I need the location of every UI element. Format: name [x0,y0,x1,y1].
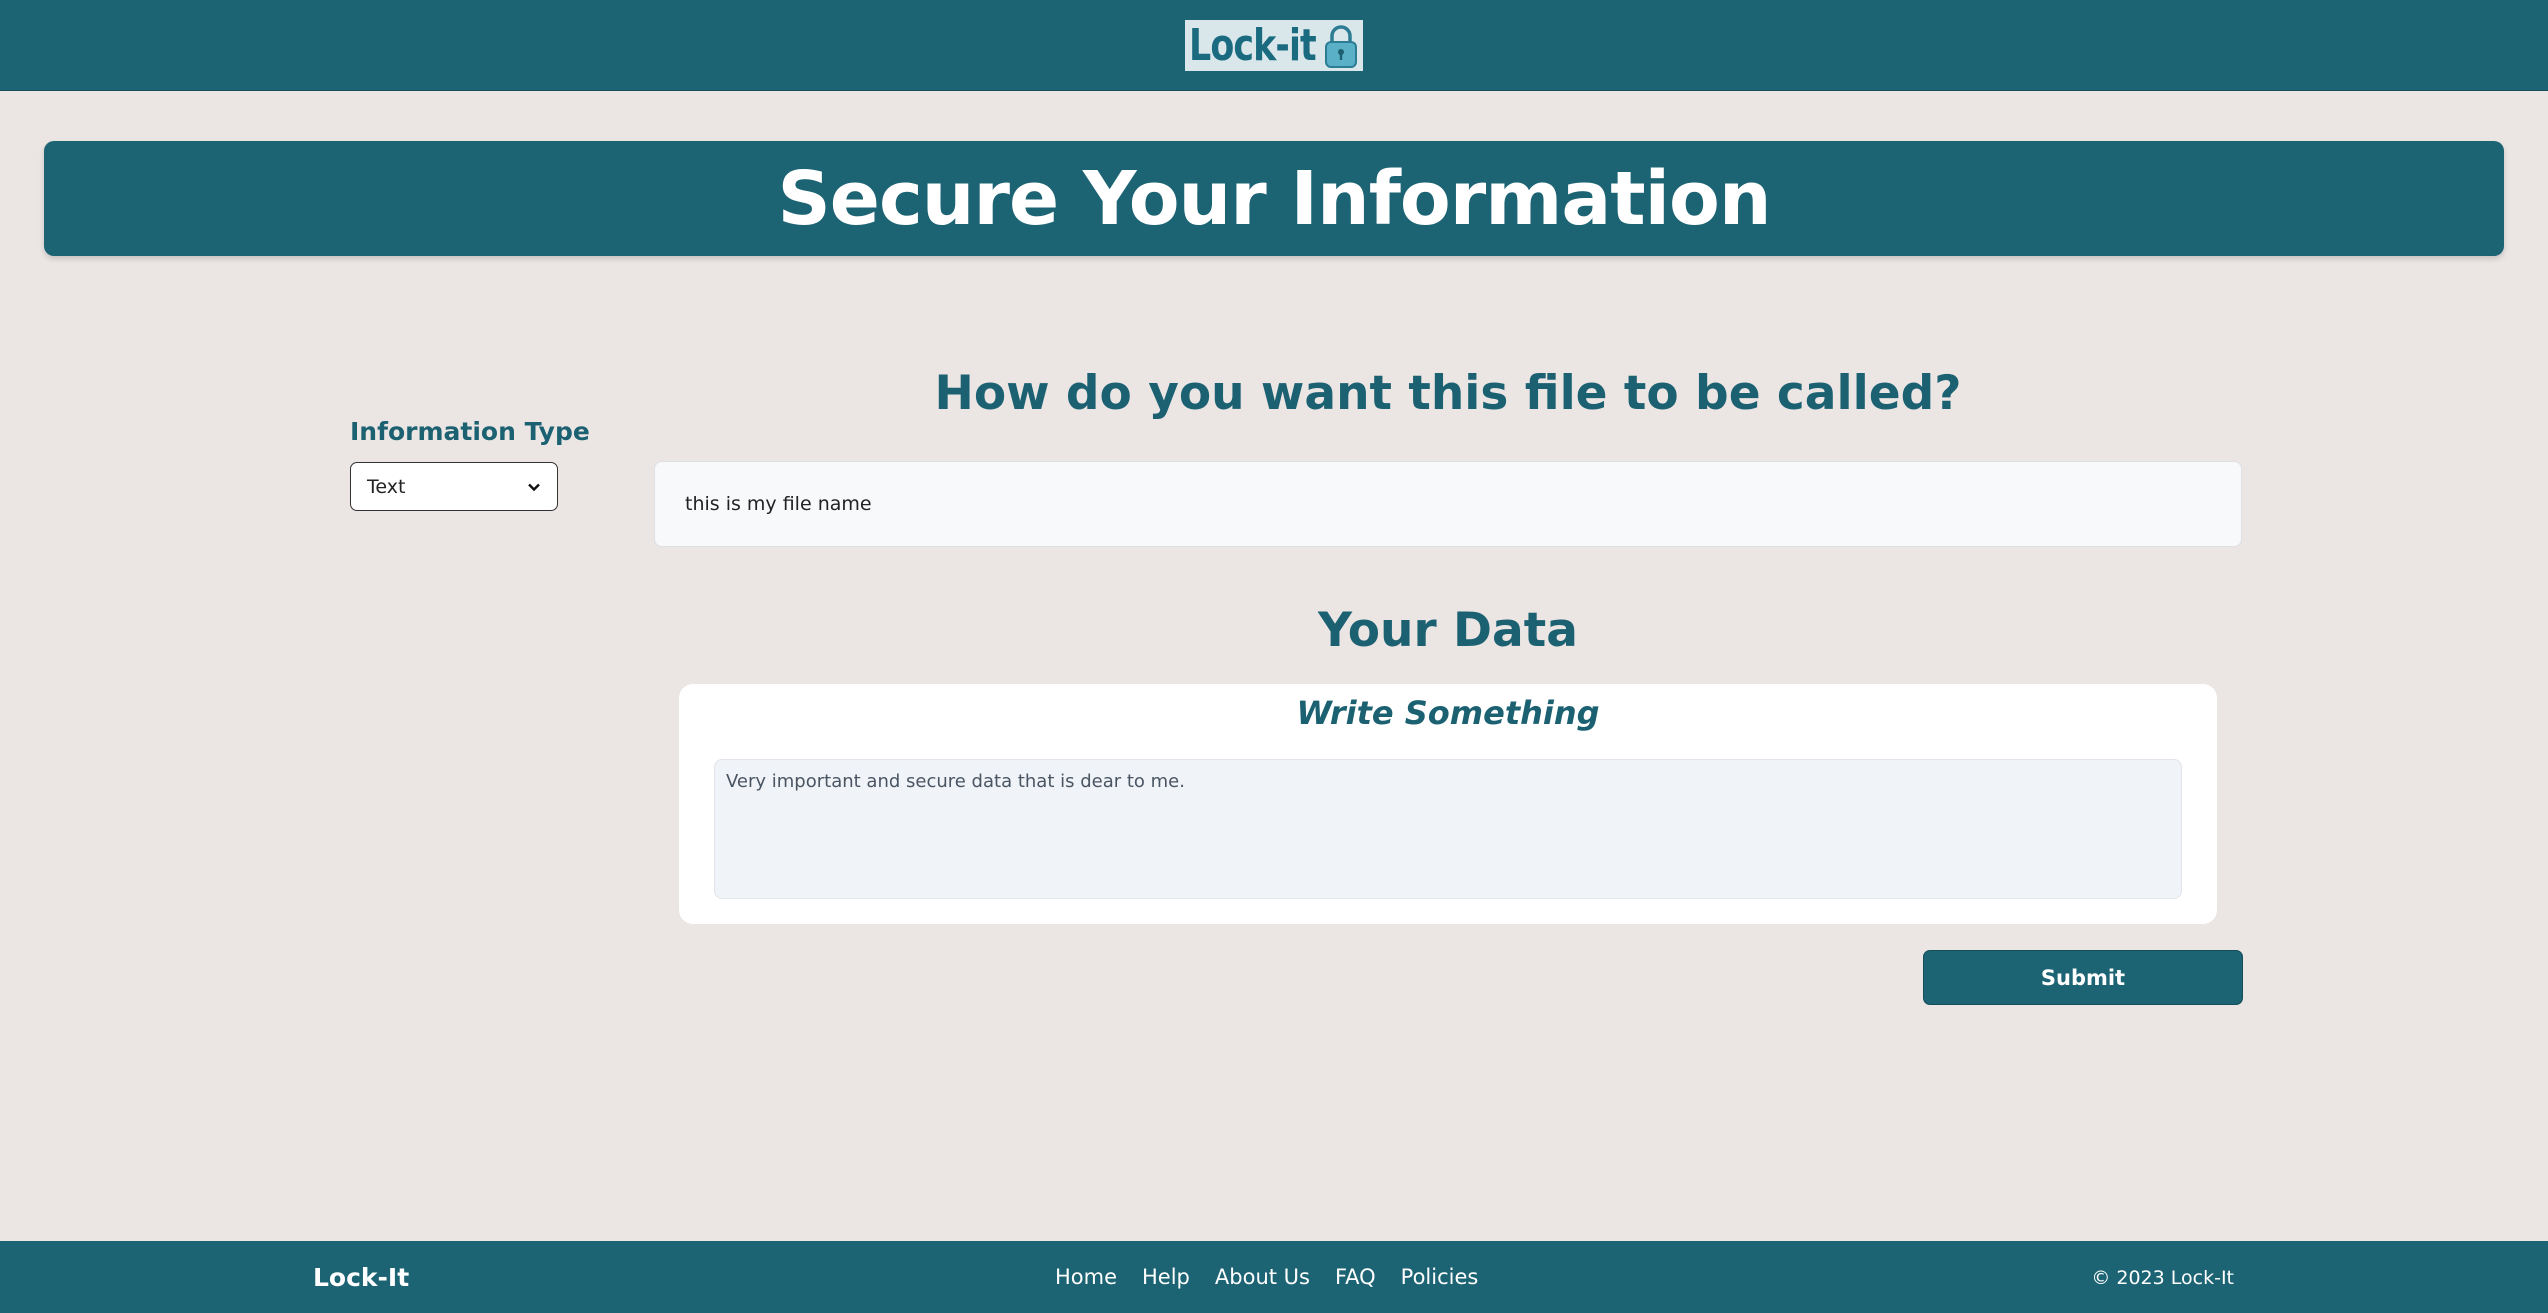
write-something-title: Write Something [1296,694,1600,732]
top-navbar: Lock-it [0,0,2548,91]
footer-copyright: © 2023 Lock-It [2091,1267,2234,1289]
file-name-value: this is my file name [685,493,872,515]
your-data-heading: Your Data [1318,603,1578,658]
footer-link-home[interactable]: Home [1055,1265,1117,1289]
logo[interactable]: Lock-it [1185,20,1363,71]
data-textarea-value: Very important and secure data that is d… [726,771,1185,792]
logo-text: Lock-it [1189,19,1317,71]
footer-brand[interactable]: Lock-It [313,1263,409,1292]
footer-link-policies[interactable]: Policies [1401,1265,1479,1289]
file-name-input[interactable]: this is my file name [654,461,2242,547]
submit-button[interactable]: Submit [1923,950,2243,1005]
footer-link-faq[interactable]: FAQ [1335,1265,1376,1289]
footer-link-about-us[interactable]: About Us [1215,1265,1310,1289]
page-banner: Secure Your Information [44,141,2504,256]
footer-link-help[interactable]: Help [1142,1265,1190,1289]
footer: Lock-It Home Help About Us FAQ Policies … [0,1241,2548,1313]
information-type-select[interactable]: Text [350,462,558,511]
data-textarea[interactable]: Very important and secure data that is d… [714,759,2182,899]
page-title: Secure Your Information [777,155,1771,242]
file-name-question: How do you want this file to be called? [934,366,1962,421]
padlock-icon [1325,25,1357,68]
data-card: Write Something Very important and secur… [679,684,2217,924]
information-type-label: Information Type [350,417,590,446]
select-value: Text [367,475,406,498]
footer-nav: Home Help About Us FAQ Policies [1055,1265,1478,1289]
chevron-down-icon [528,483,540,491]
